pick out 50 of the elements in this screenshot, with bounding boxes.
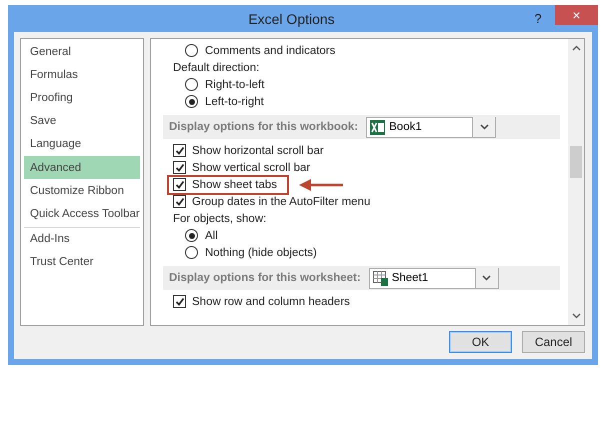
radio-label[interactable]: Nothing (hide objects)	[205, 246, 317, 258]
scroll-down-icon[interactable]	[572, 314, 580, 318]
sidebar-item[interactable]: Trust Center	[24, 250, 140, 274]
checkbox[interactable]	[173, 144, 186, 157]
excel-workbook-icon	[370, 120, 386, 134]
radio-button[interactable]	[185, 44, 198, 57]
window-title: Excel Options	[247, 10, 336, 26]
checkbox[interactable]	[173, 161, 186, 174]
section-label: Display options for this worksheet:	[169, 272, 361, 284]
dialog-button[interactable]: Cancel	[522, 331, 585, 353]
sidebar-item[interactable]: Save	[24, 110, 140, 133]
radio-label[interactable]: All	[205, 230, 218, 242]
checkbox[interactable]	[173, 195, 186, 208]
scrollbar[interactable]	[568, 39, 584, 325]
checkbox-label[interactable]: Show horizontal scroll bar	[192, 144, 324, 156]
pointer-arrow-icon	[299, 178, 344, 190]
sidebar-item[interactable]: Advanced	[24, 156, 140, 180]
checkbox[interactable]	[173, 295, 186, 308]
radio-button[interactable]	[185, 229, 198, 242]
checkbox-label[interactable]: Show vertical scroll bar	[192, 162, 310, 174]
checkbox[interactable]	[173, 178, 186, 191]
section-label: Display options for this workbook:	[169, 121, 358, 133]
dropdown-field[interactable]: Sheet1	[368, 268, 499, 288]
radio-button[interactable]	[185, 95, 198, 108]
scroll-up-icon[interactable]	[572, 46, 580, 50]
sidebar-item[interactable]: Quick Access Toolbar	[24, 202, 140, 226]
scroll-thumb[interactable]	[570, 146, 582, 178]
radio-label[interactable]: Comments and indicators	[205, 44, 336, 56]
sidebar-item[interactable]: General	[24, 40, 140, 64]
group-label: Default direction:	[173, 62, 260, 74]
checkbox-label[interactable]: Show sheet tabs	[192, 178, 278, 190]
sidebar-item[interactable]: Language	[24, 132, 140, 156]
dialog-button[interactable]: OK	[449, 331, 512, 353]
checkbox-label[interactable]: Group dates in the AutoFilter menu	[192, 196, 370, 208]
help-button[interactable]: ?	[529, 8, 547, 28]
checkbox-label[interactable]: Show row and column headers	[192, 296, 350, 308]
sidebar-item[interactable]: Customize Ribbon	[24, 179, 140, 202]
radio-label[interactable]: Left-to-right	[205, 96, 264, 108]
group-label: For objects, show:	[173, 212, 266, 224]
caret-icon	[480, 124, 488, 130]
radio-button[interactable]	[185, 78, 198, 91]
close-button[interactable]: ×	[555, 5, 598, 25]
worksheet-icon	[372, 270, 388, 286]
sidebar-item[interactable]: Formulas	[24, 63, 140, 86]
radio-label[interactable]: Right-to-left	[205, 78, 264, 90]
sidebar-item[interactable]: Proofing	[24, 86, 140, 110]
caret-icon	[482, 275, 491, 281]
radio-button[interactable]	[185, 246, 198, 259]
sidebar-item[interactable]: Add-Ins	[24, 228, 140, 251]
dropdown-field[interactable]: Book1	[366, 116, 496, 138]
